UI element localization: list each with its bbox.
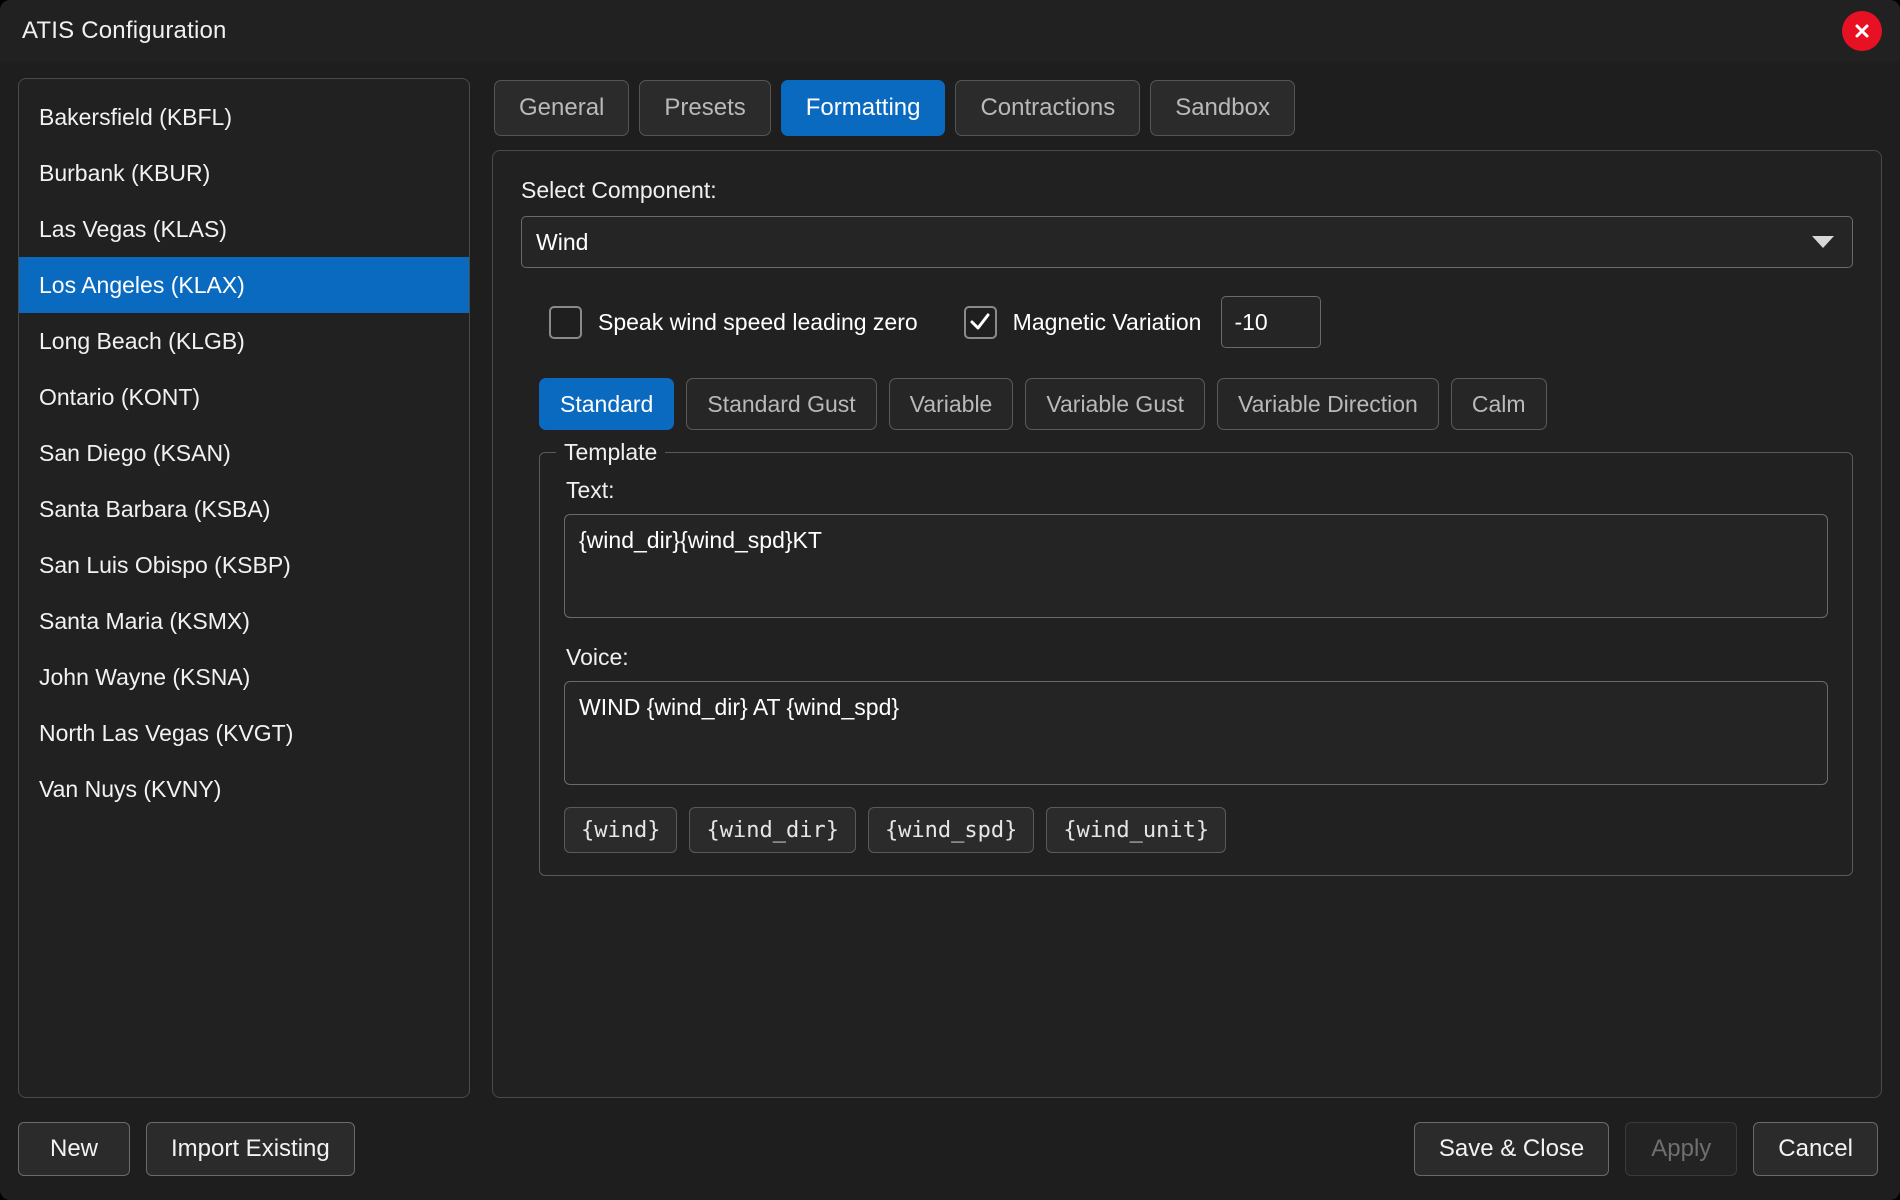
speak-leading-zero-checkbox[interactable] [549,305,582,339]
apply-button: Apply [1625,1122,1738,1176]
variable-chip[interactable]: {wind_dir} [689,807,856,853]
wind-type-variable-gust[interactable]: Variable Gust [1025,378,1205,430]
station-list[interactable]: Bakersfield (KBFL) Burbank (KBUR) Las Vega… [18,78,470,1098]
wind-type-button-group: Standard Standard Gust Variable Variable Gu… [539,378,1853,430]
station-list-item[interactable]: Ontario (KONT) [19,369,469,425]
wind-type-standard[interactable]: Standard [539,378,675,430]
footer-bar: New Import Existing Save & Close Apply C… [0,1098,1900,1200]
wind-type-label: Variable [909,390,993,417]
component-select-value: Wind [536,228,589,255]
station-list-item-label: Santa Barbara (KSBA) [39,495,271,522]
wind-type-label: Variable Direction [1238,390,1418,417]
station-list-item[interactable]: North Las Vegas (KVGT) [19,705,469,761]
template-group-title: Template [556,439,666,466]
station-list-item-label: Van Nuys (KVNY) [39,775,222,802]
tab-label: Sandbox [1175,94,1270,121]
magnetic-variation-label: Magnetic Variation [1012,308,1202,335]
new-button[interactable]: New [18,1122,130,1176]
footer-left-buttons: New Import Existing [18,1122,355,1176]
dialog-body: Bakersfield (KBFL) Burbank (KBUR) Las Vega… [0,62,1900,1098]
variable-chip[interactable]: {wind_spd} [867,807,1035,853]
station-list-item-label: Santa Maria (KSMX) [39,607,250,634]
station-list-item-label: San Luis Obispo (KSBP) [39,551,291,578]
tab-bar: General Presets Formatting Contractions Sand… [492,78,1882,150]
station-list-item-label: Burbank (KBUR) [39,159,211,186]
tab-general[interactable]: General [494,80,630,136]
station-list-item[interactable]: San Diego (KSAN) [19,425,469,481]
station-list-item-label: Los Angeles (KLAX) [39,271,245,298]
wind-type-variable-direction[interactable]: Variable Direction [1217,378,1439,430]
tab-label: Presets [664,94,746,121]
wind-type-label: Standard [560,390,654,417]
tab-formatting[interactable]: Formatting [780,80,946,136]
station-list-item[interactable]: John Wayne (KSNA) [19,649,469,705]
wind-type-label: Variable Gust [1046,390,1184,417]
voice-template-input[interactable]: WIND {wind_dir} AT {wind_spd} [564,681,1828,785]
chevron-down-icon [1812,236,1834,248]
station-list-item[interactable]: Long Beach (KLGB) [19,313,469,369]
station-list-item[interactable]: Bakersfield (KBFL) [19,89,469,145]
footer-right-buttons: Save & Close Apply Cancel [1413,1122,1878,1176]
station-list-item[interactable]: Santa Maria (KSMX) [19,593,469,649]
tab-presets[interactable]: Presets [639,80,771,136]
station-list-item-label: Bakersfield (KBFL) [39,103,233,130]
title-bar: ATIS Configuration [0,0,1900,62]
station-list-item-label: North Las Vegas (KVGT) [39,719,294,746]
variable-chip[interactable]: {wind_unit} [1046,807,1227,853]
voice-template-label: Voice: [566,644,629,670]
wind-type-label: Standard Gust [707,390,856,417]
formatting-panel: Select Component: Wind Speak wind speed … [492,150,1882,1098]
station-list-item[interactable]: Burbank (KBUR) [19,145,469,201]
atis-configuration-window: ATIS Configuration Bakersfield (KBFL) Bur… [0,0,1900,1200]
save-and-close-button[interactable]: Save & Close [1413,1122,1610,1176]
tab-label: Contractions [980,94,1116,121]
station-list-item-label: John Wayne (KSNA) [39,663,251,690]
sidebar: Bakersfield (KBFL) Burbank (KBUR) Las Vega… [18,78,470,1098]
wind-options-row: Speak wind speed leading zero Magnetic V… [549,296,1853,348]
station-list-item-label: Ontario (KONT) [39,383,201,410]
text-template-input[interactable]: {wind_dir}{wind_spd}KT [564,514,1828,618]
speak-leading-zero-label: Speak wind speed leading zero [598,308,918,335]
station-list-item[interactable]: Las Vegas (KLAS) [19,201,469,257]
wind-type-standard-gust[interactable]: Standard Gust [686,378,877,430]
select-component-label: Select Component: [521,177,717,203]
main-panel: General Presets Formatting Contractions Sand… [492,78,1882,1098]
wind-type-label: Calm [1471,390,1526,417]
variable-chip[interactable]: {wind} [564,807,678,853]
text-template-label: Text: [566,477,615,503]
station-list-item[interactable]: San Luis Obispo (KSBP) [19,537,469,593]
tab-label: General [519,94,605,121]
station-list-item-label: Long Beach (KLGB) [39,327,245,354]
variable-chip-row: {wind} {wind_dir} {wind_spd} {wind_unit} [564,807,1828,853]
tab-label: Formatting [805,94,921,121]
close-icon[interactable] [1842,11,1882,51]
magnetic-variation-checkbox[interactable] [963,305,997,339]
window-title: ATIS Configuration [22,17,227,44]
station-list-item[interactable]: Van Nuys (KVNY) [19,761,469,817]
station-list-item[interactable]: Los Angeles (KLAX) [19,257,469,313]
template-groupbox: Template Text: {wind_dir}{wind_spd}KT Vo… [539,439,1853,876]
wind-type-variable[interactable]: Variable [888,378,1014,430]
station-list-item[interactable]: Santa Barbara (KSBA) [19,481,469,537]
wind-type-calm[interactable]: Calm [1450,378,1547,430]
component-select[interactable]: Wind [521,216,1853,268]
station-list-item-label: San Diego (KSAN) [39,439,231,466]
cancel-button[interactable]: Cancel [1753,1122,1878,1176]
tab-contractions[interactable]: Contractions [955,80,1141,136]
tab-sandbox[interactable]: Sandbox [1150,80,1295,136]
station-list-item-label: Las Vegas (KLAS) [39,215,227,242]
magnetic-variation-input[interactable]: -10 [1221,296,1322,348]
import-existing-button[interactable]: Import Existing [146,1122,355,1176]
